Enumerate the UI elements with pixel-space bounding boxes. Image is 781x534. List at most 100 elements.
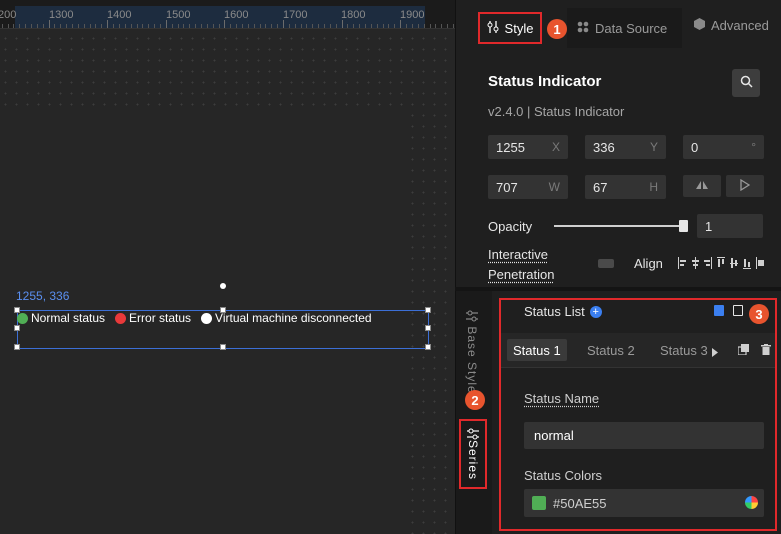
collapse-list-icon[interactable] (714, 305, 724, 316)
ruler-label: 1400 (107, 9, 132, 21)
ruler-tick (347, 24, 349, 28)
y-position-field[interactable]: 336 Y (585, 135, 666, 159)
resize-handle-bottom[interactable] (220, 344, 226, 350)
tab-base-style[interactable]: Base Style (465, 310, 479, 394)
rotate-handle[interactable] (220, 283, 226, 289)
status-color-picker[interactable]: #50AE55 (524, 489, 764, 517)
ruler-tick (66, 24, 68, 28)
ruler-label: 1900 (400, 9, 425, 21)
subtab-status-1[interactable]: Status 1 (507, 339, 567, 361)
step-badge-2: 2 (465, 390, 485, 410)
style-sliders-icon (487, 20, 499, 36)
ruler-tick (130, 24, 132, 28)
expand-list-icon[interactable] (733, 305, 743, 316)
width-field[interactable]: 707 W (488, 175, 568, 199)
delete-status-icon[interactable] (761, 343, 771, 358)
ruler-tick (288, 24, 290, 28)
component-version: v2.4.0 | Status Indicator (488, 104, 625, 119)
tab-series[interactable]: Series (459, 419, 487, 489)
search-icon (740, 75, 753, 91)
color-swatch[interactable] (532, 496, 546, 510)
tab-style[interactable]: Style (478, 12, 542, 44)
ruler-tick (230, 24, 232, 28)
flip-horizontal-button[interactable] (726, 175, 764, 197)
subtab-status-2[interactable]: Status 2 (587, 339, 635, 361)
status-dot-icon (17, 312, 28, 324)
interactive-penetration-toggle[interactable] (598, 259, 614, 268)
label-line: Interactive (488, 247, 548, 262)
rotation-field[interactable]: 0 ° (683, 135, 764, 159)
ruler-tick (165, 20, 167, 28)
height-field[interactable]: 67 H (585, 175, 666, 199)
resize-handle-bottom-right[interactable] (425, 344, 431, 350)
ruler-tick (54, 24, 56, 28)
ruler-tick (452, 24, 454, 28)
ruler-tick (177, 24, 179, 28)
flip-vertical-button[interactable] (683, 175, 721, 197)
panel-divider (455, 287, 781, 291)
field-unit: X (551, 140, 560, 154)
ruler-tick (435, 24, 437, 28)
align-top-icon[interactable] (717, 257, 725, 269)
align-bottom-icon[interactable] (743, 257, 751, 269)
ruler-tick (236, 24, 238, 28)
tab-advanced[interactable]: Advanced (694, 8, 769, 43)
ruler-label: 200 (0, 9, 17, 21)
align-center-horizontal-icon[interactable] (691, 257, 699, 269)
field-value: 336 (593, 139, 615, 155)
data-source-icon (577, 21, 589, 36)
ruler-tick (294, 24, 296, 28)
ruler-tick (400, 20, 402, 28)
status-item: Error status (115, 311, 191, 325)
ruler-label: 1500 (166, 9, 191, 21)
status-name-label: Status Name (524, 391, 600, 406)
subtab-status-3[interactable]: Status 3 (660, 339, 708, 361)
ruler-tick (83, 24, 85, 28)
search-button[interactable] (732, 69, 760, 97)
align-left-icon[interactable] (678, 257, 686, 269)
ruler-tick (271, 24, 273, 28)
resize-handle-top-right[interactable] (425, 307, 431, 313)
ruler-tick (253, 24, 255, 28)
align-label: Align (634, 256, 663, 271)
ruler-label: 1600 (224, 9, 249, 21)
distribute-icon[interactable] (756, 257, 764, 269)
ruler-tick (283, 20, 284, 28)
status-name-input[interactable]: normal (524, 422, 764, 449)
ruler-tick (77, 24, 79, 28)
horizontal-ruler: 200 1300 1400 1500 1600 1700 1800 1900 (0, 0, 455, 29)
x-position-field[interactable]: 1255 X (488, 135, 568, 159)
ruler-tick (7, 24, 9, 28)
opacity-field[interactable]: 1 (697, 214, 763, 238)
copy-status-icon[interactable] (737, 343, 749, 358)
opacity-slider-track[interactable] (554, 225, 684, 227)
ruler-tick (206, 24, 208, 28)
interactive-penetration-label: Interactive Penetration (488, 245, 555, 285)
align-right-icon[interactable] (704, 257, 712, 269)
status-indicator-widget[interactable]: Normal status Error status Virtual machi… (17, 310, 372, 326)
opacity-slider-thumb[interactable] (679, 220, 688, 232)
ruler-tick (300, 24, 302, 28)
ruler-tick (259, 24, 261, 28)
tab-data-source[interactable]: Data Source (567, 8, 682, 48)
step-badge-1: 1 (547, 19, 567, 39)
ruler-label: 1800 (341, 9, 366, 21)
ruler-tick (136, 24, 138, 28)
ruler-tick (341, 20, 343, 28)
resize-handle-bottom-left[interactable] (14, 344, 20, 350)
ruler-tick (423, 24, 425, 28)
ruler-tick (95, 24, 97, 28)
ruler-tick (218, 24, 220, 28)
opacity-label: Opacity (488, 219, 533, 234)
status-dot-icon (115, 312, 127, 324)
tab-label: Style (504, 20, 534, 36)
color-wheel-icon[interactable] (745, 496, 758, 509)
next-subtab-icon[interactable] (712, 345, 718, 360)
add-status-icon[interactable]: + (589, 305, 602, 318)
align-middle-vertical-icon[interactable] (730, 257, 738, 269)
step-badge-3: 3 (749, 304, 769, 324)
status-colors-label: Status Colors (524, 468, 603, 483)
ruler-tick (200, 24, 202, 28)
field-unit: ° (751, 140, 756, 154)
resize-handle-right[interactable] (425, 325, 431, 331)
